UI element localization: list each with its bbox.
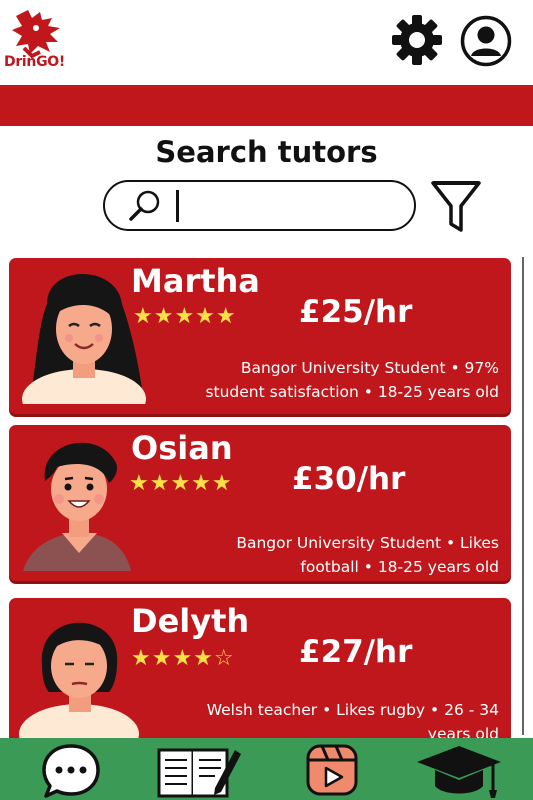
tutor-card-delyth[interactable]: Delyth ★★★★☆ £27/hr Welsh teacher • Like… <box>9 598 511 758</box>
tutor-card-martha[interactable]: Martha ★★★★★ £25/hr Bangor University St… <box>9 258 511 414</box>
tutor-name: Delyth <box>131 602 250 640</box>
tutor-card-osian[interactable]: Osian ★★★★★ £30/hr Bangor University Stu… <box>9 425 511 581</box>
search-bar[interactable] <box>103 180 416 231</box>
avatar <box>17 431 147 571</box>
bottom-nav <box>0 738 533 800</box>
chat-icon[interactable] <box>40 740 102 800</box>
gear-icon[interactable] <box>391 14 443 66</box>
tutor-name: Martha <box>131 262 260 300</box>
user-icon[interactable] <box>460 15 512 67</box>
logo-text: DrinGO! <box>4 54 65 70</box>
header: DrinGO! <box>0 0 533 84</box>
graduation-cap-icon[interactable] <box>413 740 505 800</box>
page-title: Search tutors <box>155 135 378 169</box>
filter-icon[interactable] <box>430 180 482 234</box>
avatar <box>17 264 147 404</box>
tutor-price: £27/hr <box>299 634 413 670</box>
app-screen: DrinGO! Search tutors Martha ★★★★★ £25/h… <box>0 0 533 800</box>
header-banner <box>0 85 533 126</box>
book-icon[interactable] <box>155 740 241 800</box>
tutor-description: Bangor University Student • Likes footba… <box>236 534 499 576</box>
scrollbar[interactable] <box>522 257 524 735</box>
avatar <box>17 604 147 744</box>
star-rating: ★★★★☆ <box>131 646 235 671</box>
tutor-name: Osian <box>131 429 233 467</box>
tutor-price: £30/hr <box>292 461 406 497</box>
search-icon[interactable] <box>127 188 163 224</box>
tutor-description: Bangor University Student • 97% student … <box>205 359 499 401</box>
star-rating: ★★★★★ <box>129 471 233 496</box>
star-rating: ★★★★★ <box>133 304 237 329</box>
tutor-price: £25/hr <box>299 294 413 330</box>
video-icon[interactable] <box>304 740 360 800</box>
search-input[interactable] <box>177 188 397 222</box>
